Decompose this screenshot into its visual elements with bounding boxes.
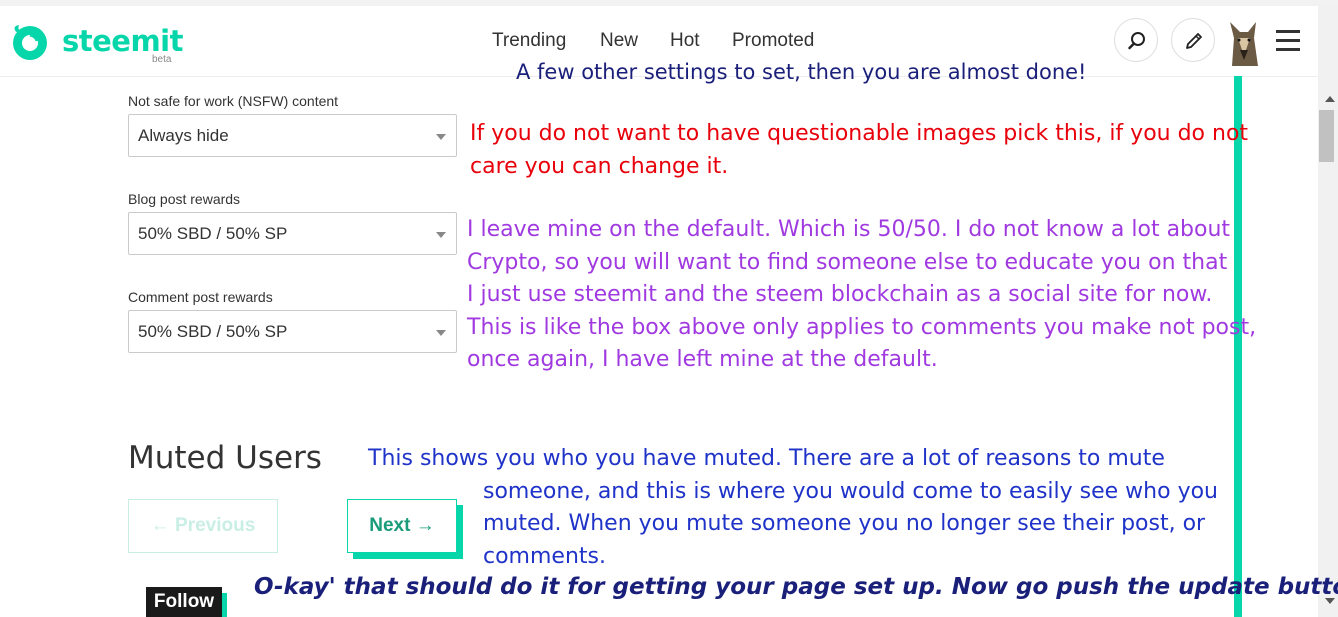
chevron-down-icon	[436, 330, 446, 336]
search-icon	[1128, 32, 1145, 50]
blog-rewards-select[interactable]: 50% SBD / 50% SP	[128, 212, 457, 255]
search-button[interactable]	[1114, 18, 1158, 62]
annotation-rewards: I leave mine on the default. Which is 50…	[467, 214, 1256, 377]
scrollbar-thumb[interactable]	[1319, 110, 1334, 162]
nav-hot[interactable]: Hot	[670, 30, 700, 52]
annotation-line: once again, I have left mine at the defa…	[467, 347, 938, 372]
chevron-down-icon	[436, 134, 446, 140]
brand-beta-tag: beta	[152, 54, 172, 65]
user-avatar[interactable]	[1226, 20, 1262, 66]
annotation-nsfw: If you do not want to have questionable …	[470, 117, 1248, 183]
nav-new[interactable]: New	[600, 30, 638, 52]
annotation-line: I leave mine on the default. Which is 50…	[467, 217, 1231, 242]
submit-story-button[interactable]	[1171, 18, 1215, 62]
annotation-line: care you can change it.	[470, 154, 729, 179]
nav-trending[interactable]: Trending	[492, 30, 566, 52]
annotation-line: This is like the box above only applies …	[467, 314, 1257, 340]
menu-icon[interactable]	[1276, 30, 1300, 52]
comment-rewards-label: Comment post rewards	[128, 289, 273, 305]
annotation-line: comments.	[483, 543, 606, 569]
blog-rewards-select-value: 50% SBD / 50% SP	[138, 224, 288, 243]
steemit-logo-icon[interactable]	[10, 22, 50, 62]
annotation-line: This shows you who you have muted. There…	[368, 446, 1165, 471]
nsfw-select-value: Always hide	[138, 126, 229, 145]
muted-users-heading: Muted Users	[128, 440, 322, 476]
annotation-top: A few other settings to set, then you ar…	[516, 60, 1087, 84]
annotation-line: I just use steemit and the steem blockch…	[467, 282, 1213, 307]
comment-rewards-select[interactable]: 50% SBD / 50% SP	[128, 310, 457, 353]
comment-rewards-select-value: 50% SBD / 50% SP	[138, 322, 288, 341]
scroll-up-arrow-icon[interactable]	[1325, 96, 1335, 102]
previous-button[interactable]: ← Previous	[128, 499, 278, 553]
brand-name[interactable]: steemit	[62, 24, 183, 58]
annotation-line: If you do not want to have questionable …	[470, 121, 1249, 146]
nav-promoted[interactable]: Promoted	[732, 30, 814, 52]
pencil-icon	[1186, 33, 1202, 49]
follow-button[interactable]: Follow	[146, 587, 222, 617]
annotation-line: Crypto, so you will want to find someone…	[467, 249, 1228, 275]
chevron-down-icon	[436, 232, 446, 238]
blog-rewards-label: Blog post rewards	[128, 191, 241, 207]
annotation-final: O-kay' that should do it for getting you…	[254, 574, 1338, 600]
annotation-line: muted. When you mute someone you no long…	[483, 511, 1206, 536]
nsfw-label: Not safe for work (NSFW) content	[128, 93, 339, 109]
annotation-muted: This shows you who you have muted. There…	[368, 443, 1218, 573]
annotation-line: someone, and this is where you would com…	[483, 478, 1218, 504]
nsfw-select[interactable]: Always hide	[128, 114, 457, 157]
